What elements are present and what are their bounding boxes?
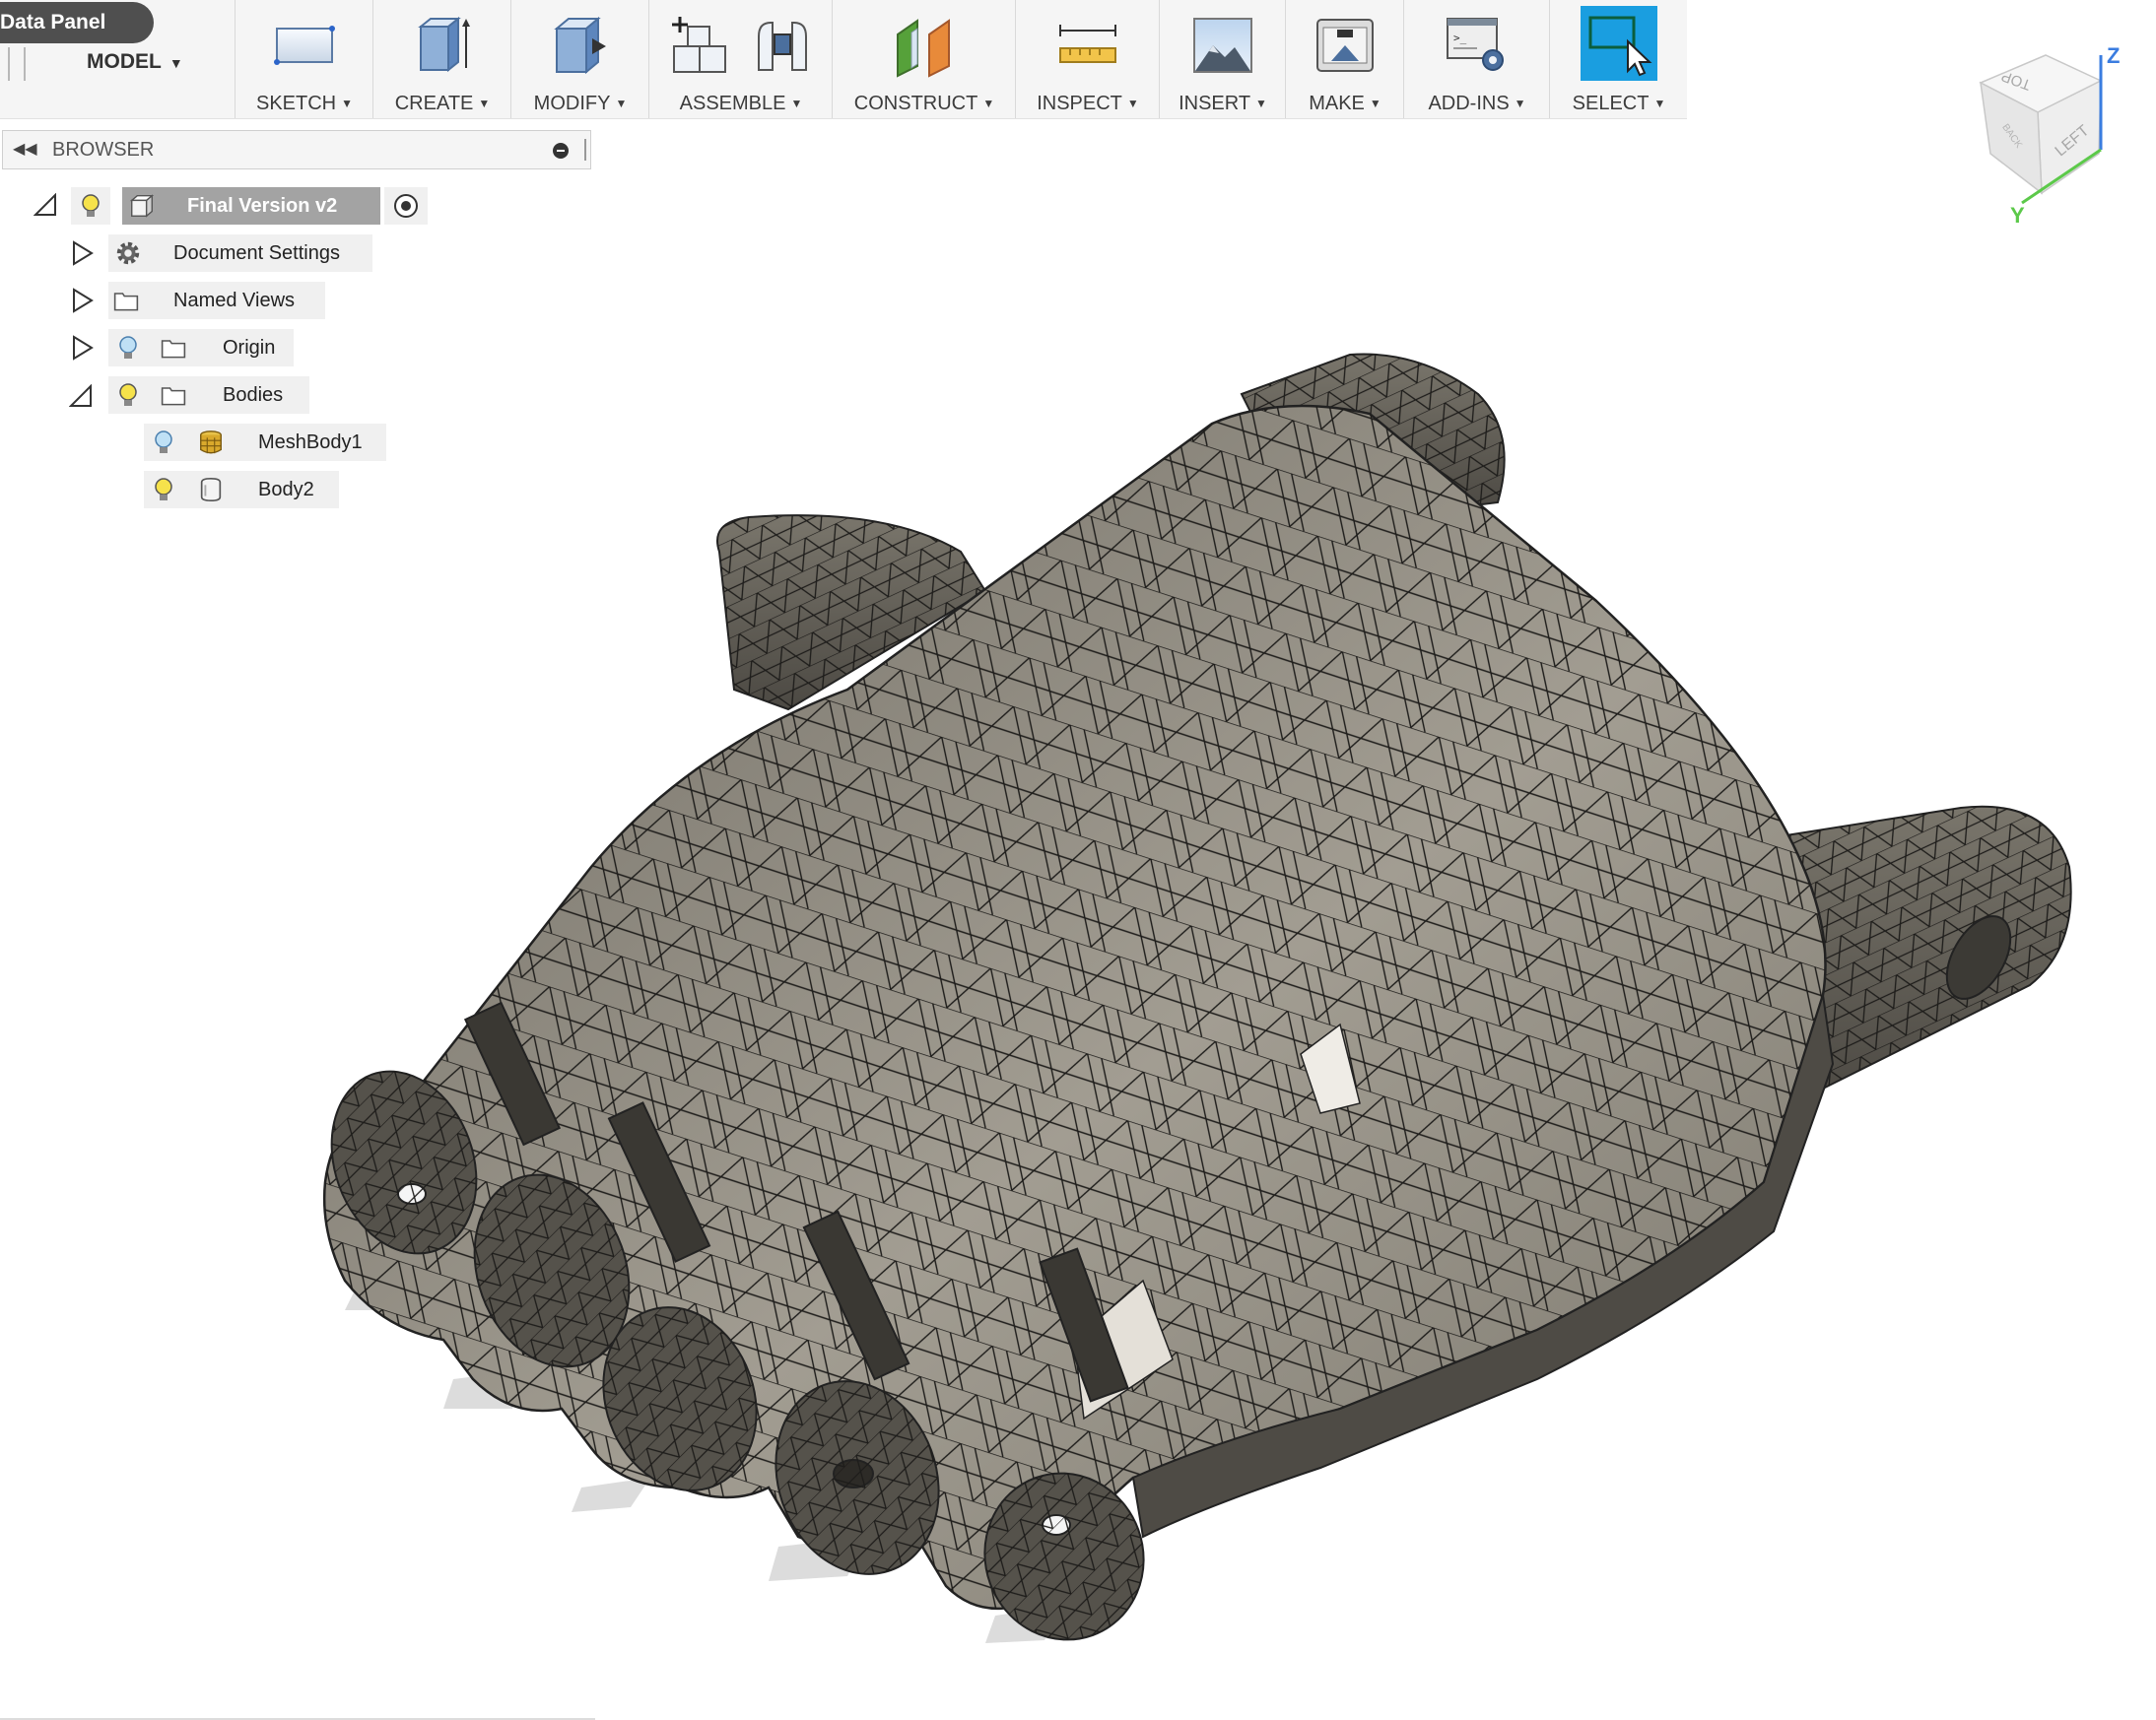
mesh-model-viewport[interactable]	[0, 0, 2156, 1720]
y-axis-label: Y	[2010, 203, 2025, 228]
z-axis-label: Z	[2107, 43, 2120, 68]
palm-body	[322, 404, 1835, 1611]
viewcube[interactable]: TOP LEFT BACK Z Y	[1951, 35, 2148, 232]
